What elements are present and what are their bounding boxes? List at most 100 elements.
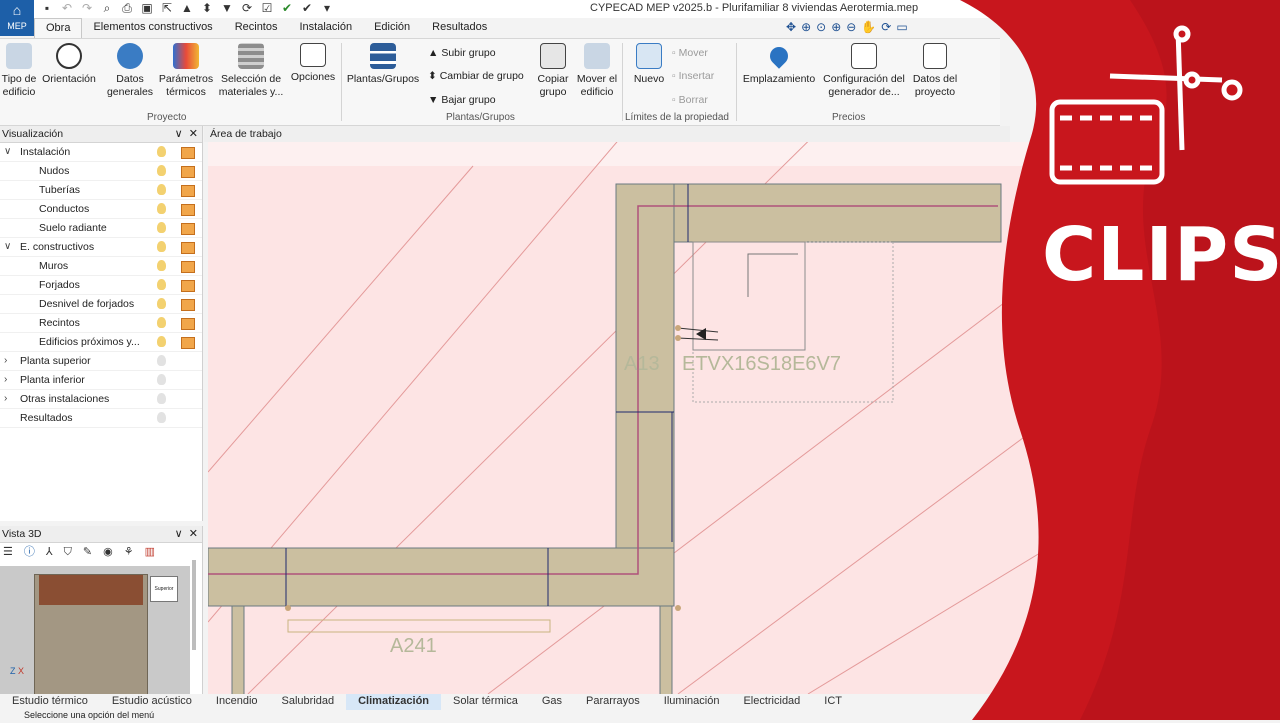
- layer-icon[interactable]: [181, 166, 195, 178]
- close-icon[interactable]: ✕: [189, 128, 198, 140]
- lightbulb-icon[interactable]: [157, 241, 166, 252]
- zoom-window-icon[interactable]: ⊙: [816, 20, 826, 34]
- tree-item[interactable]: Edificios próximos y...: [0, 333, 202, 352]
- module-tab[interactable]: Solar térmica: [441, 694, 530, 710]
- undo-icon[interactable]: ↶: [60, 1, 74, 17]
- axes-icon[interactable]: ⅄: [46, 543, 53, 561]
- redraw-icon[interactable]: ⟳: [881, 20, 891, 34]
- lightbulb-icon[interactable]: [157, 279, 166, 290]
- lightbulb-icon[interactable]: [157, 317, 166, 328]
- tree-item[interactable]: Nudos: [0, 162, 202, 181]
- layer-icon[interactable]: [181, 261, 195, 273]
- tree-item[interactable]: ∨ Instalación: [0, 143, 202, 162]
- room-label-a13[interactable]: A13: [624, 353, 660, 375]
- app-logo[interactable]: ⌂ MEP: [0, 0, 34, 36]
- chevron-right-icon[interactable]: ›: [4, 352, 7, 370]
- drawing-canvas[interactable]: A13 ETVX16S18E6V7 A241: [208, 142, 1058, 694]
- lightbulb-icon[interactable]: [157, 203, 166, 214]
- check-icon[interactable]: ✔: [280, 1, 294, 17]
- tree-item[interactable]: ∨ E. constructivos: [0, 238, 202, 257]
- lightbulb-icon[interactable]: [157, 412, 166, 423]
- vista-3d-scrollbar[interactable]: [192, 560, 196, 650]
- layer-icon[interactable]: [181, 280, 195, 292]
- module-tab[interactable]: Estudio acústico: [100, 694, 204, 710]
- chevron-right-icon[interactable]: ›: [4, 390, 7, 408]
- close-icon[interactable]: ✕: [189, 528, 198, 540]
- chevron-down-icon[interactable]: ∨: [4, 143, 11, 161]
- module-tab[interactable]: Electricidad: [731, 694, 812, 710]
- tree-item[interactable]: › Planta inferior: [0, 371, 202, 390]
- mover-edificio-button[interactable]: Mover el edificio: [574, 43, 620, 99]
- layer-icon[interactable]: [181, 223, 195, 235]
- print-icon[interactable]: ⎙: [120, 1, 134, 17]
- module-tab[interactable]: Pararrayos: [574, 694, 652, 710]
- room-label-a241[interactable]: A241: [390, 635, 437, 657]
- layer-icon[interactable]: [181, 204, 195, 216]
- zoom-extents-icon[interactable]: ⊕: [801, 20, 811, 34]
- layer-icon[interactable]: [181, 337, 195, 349]
- tree-item[interactable]: Forjados: [0, 276, 202, 295]
- tree-item[interactable]: › Otras instalaciones: [0, 390, 202, 409]
- window-icon[interactable]: ▭: [896, 20, 907, 34]
- module-tab[interactable]: Estudio térmico: [0, 694, 100, 710]
- redo-icon[interactable]: ↷: [80, 1, 94, 17]
- insertar-button[interactable]: ▫ Insertar: [672, 70, 714, 82]
- lightbulb-icon[interactable]: [157, 355, 166, 366]
- tab-instalacion[interactable]: Instalación: [288, 18, 363, 38]
- module-tab[interactable]: Gas: [530, 694, 574, 710]
- check-config-icon[interactable]: ☑: [260, 1, 274, 17]
- module-tab[interactable]: Salubridad: [270, 694, 347, 710]
- emplazamiento-button[interactable]: Emplazamiento: [740, 43, 818, 86]
- unit-label[interactable]: ETVX16S18E6V7: [682, 353, 841, 375]
- lightbulb-icon[interactable]: [157, 222, 166, 233]
- copiar-grupo-button[interactable]: Copiar grupo: [534, 43, 572, 99]
- zoom-in-icon[interactable]: ⊕: [831, 20, 841, 34]
- layer-icon[interactable]: [181, 318, 195, 330]
- refresh-icon[interactable]: ⟳: [240, 1, 254, 17]
- chevron-down-icon[interactable]: ∨: [175, 528, 183, 540]
- view-cube-label[interactable]: Superior: [150, 576, 178, 602]
- lightbulb-icon[interactable]: [157, 260, 166, 271]
- tree-item[interactable]: Conductos: [0, 200, 202, 219]
- tree-item[interactable]: Resultados: [0, 409, 202, 428]
- arrow-updown-icon[interactable]: ⬍: [200, 1, 214, 17]
- orientacion-button[interactable]: Orientación: [40, 43, 98, 86]
- tree-item[interactable]: Recintos: [0, 314, 202, 333]
- arrow-up-icon[interactable]: ▲: [180, 1, 194, 17]
- subir-grupo-button[interactable]: ▲ Subir grupo: [428, 47, 496, 59]
- lightbulb-icon[interactable]: [157, 298, 166, 309]
- datos-generales-button[interactable]: Datos generales: [106, 43, 154, 99]
- tree-item[interactable]: Tuberías: [0, 181, 202, 200]
- bajar-grupo-button[interactable]: ▼ Bajar grupo: [428, 94, 496, 106]
- hand-icon[interactable]: ✋: [861, 20, 876, 34]
- shield-icon[interactable]: ⛉: [64, 543, 72, 561]
- lightbulb-icon[interactable]: [157, 374, 166, 385]
- configuracion-generador-button[interactable]: Configuración del generador de...: [820, 43, 908, 99]
- layer-icon[interactable]: [181, 299, 195, 311]
- dropdown-icon[interactable]: ▾: [320, 1, 334, 17]
- lightbulb-icon[interactable]: [157, 146, 166, 157]
- paint-icon[interactable]: ✎: [83, 543, 92, 561]
- chevron-right-icon[interactable]: ›: [4, 371, 7, 389]
- module-tab[interactable]: Iluminación: [652, 694, 732, 710]
- book-icon[interactable]: ▥: [145, 543, 155, 561]
- tree-item[interactable]: Suelo radiante: [0, 219, 202, 238]
- floor-plan-drawing[interactable]: A13 ETVX16S18E6V7 A241: [208, 142, 1058, 694]
- lightbulb-icon[interactable]: [157, 184, 166, 195]
- lightbulb-icon[interactable]: [157, 393, 166, 404]
- tree-item[interactable]: Desnivel de forjados: [0, 295, 202, 314]
- tab-obra[interactable]: Obra: [34, 18, 83, 39]
- tree-icon[interactable]: ⚘: [124, 543, 134, 561]
- tree-item[interactable]: Muros: [0, 257, 202, 276]
- datos-proyecto-button[interactable]: Datos del proyecto: [910, 43, 960, 99]
- chevron-down-icon[interactable]: ∨: [4, 238, 11, 256]
- lightbulb-icon[interactable]: [157, 165, 166, 176]
- check-help-icon[interactable]: ✔: [300, 1, 314, 17]
- seleccion-materiales-button[interactable]: Selección de materiales y...: [218, 43, 284, 99]
- cambiar-grupo-button[interactable]: ⬍ Cambiar de grupo: [428, 70, 524, 82]
- tab-recintos[interactable]: Recintos: [224, 18, 289, 38]
- tipo-edificio-button[interactable]: Tipo de edificio: [0, 43, 38, 99]
- module-tab[interactable]: Incendio: [204, 694, 270, 710]
- layer-icon[interactable]: [181, 147, 195, 159]
- eye-icon[interactable]: ◉: [103, 543, 113, 561]
